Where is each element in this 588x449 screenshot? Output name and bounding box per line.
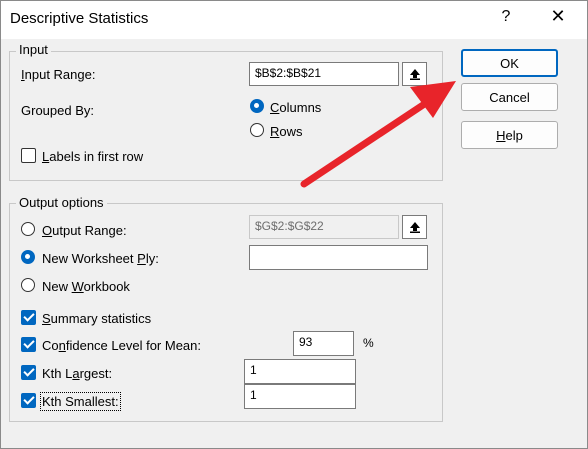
cancel-button[interactable]: Cancel	[461, 83, 558, 111]
ok-button[interactable]: OK	[461, 49, 558, 77]
rows-radio[interactable]	[250, 123, 264, 137]
collapse-arrow-icon	[409, 222, 420, 233]
grouped-by-label: Grouped By:	[21, 103, 94, 118]
dialog-title: Descriptive Statistics	[10, 10, 149, 27]
output-range-collapse-button[interactable]	[402, 215, 427, 239]
confidence-level-field[interactable]: 93	[293, 331, 354, 356]
kth-largest-checkbox[interactable]	[21, 365, 36, 380]
confidence-level-label: Confidence Level for Mean:	[42, 338, 201, 353]
help-button[interactable]: Help	[461, 121, 558, 149]
collapse-arrow-icon	[409, 69, 420, 80]
output-options-legend: Output options	[16, 195, 107, 210]
close-icon[interactable]: ✕	[546, 6, 570, 27]
confidence-level-checkbox[interactable]	[21, 337, 36, 352]
columns-label: Columns	[270, 100, 322, 115]
summary-statistics-label: Summary statistics	[42, 311, 152, 326]
columns-radio[interactable]	[250, 99, 264, 113]
output-range-label: Output Range:	[42, 223, 127, 238]
kth-smallest-checkbox[interactable]	[21, 393, 36, 408]
input-range-field[interactable]: $B$2:$B$21	[249, 62, 399, 86]
new-worksheet-ply-label: New Worksheet Ply:	[42, 251, 159, 266]
kth-smallest-field[interactable]: 1	[244, 384, 356, 409]
new-worksheet-ply-field[interactable]	[249, 245, 428, 270]
title-bar: Descriptive Statistics ? ✕	[1, 1, 587, 39]
percent-unit-label: %	[363, 336, 374, 350]
output-range-field[interactable]: $G$2:$G$22	[249, 215, 399, 239]
new-worksheet-ply-radio[interactable]	[21, 250, 35, 264]
new-workbook-radio[interactable]	[21, 278, 35, 292]
kth-smallest-label: Kth Smallest:	[40, 392, 121, 411]
help-icon[interactable]: ?	[496, 8, 516, 26]
new-workbook-label: New Workbook	[42, 279, 130, 294]
input-range-label: Input Range:	[21, 67, 96, 82]
kth-largest-label: Kth Largest:	[42, 366, 113, 381]
input-range-collapse-button[interactable]	[402, 62, 427, 86]
labels-in-first-row-checkbox[interactable]	[21, 148, 36, 163]
summary-statistics-checkbox[interactable]	[21, 310, 36, 325]
labels-in-first-row-label: Labels in first row	[42, 149, 144, 164]
output-range-radio[interactable]	[21, 222, 35, 236]
rows-label: Rows	[270, 124, 303, 139]
descriptive-statistics-dialog: Descriptive Statistics ? ✕ Input Input R…	[0, 0, 588, 449]
kth-largest-field[interactable]: 1	[244, 359, 356, 384]
input-group-legend: Input	[16, 42, 51, 57]
